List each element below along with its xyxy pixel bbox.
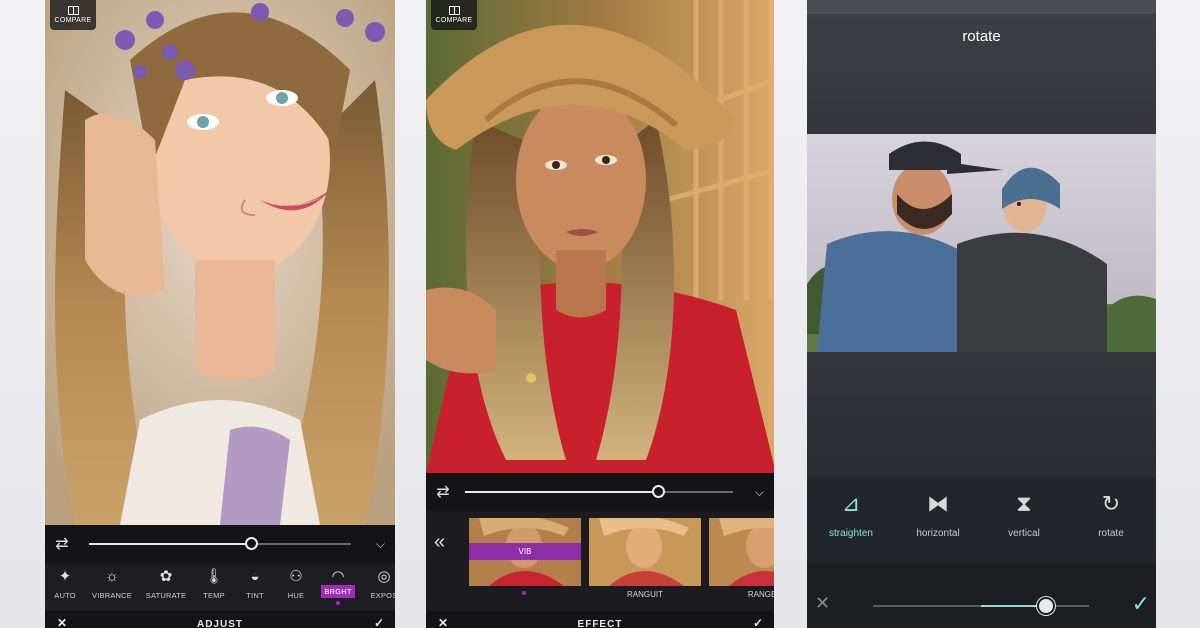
hue-icon: ⚇ (289, 568, 303, 585)
effect-label: RANGER (747, 590, 774, 599)
thermometer-icon: 🌡 (204, 568, 224, 585)
swap-icon[interactable]: ⇄ (428, 473, 458, 511)
flip-vertical-icon: ⧗ (1016, 491, 1032, 516)
active-indicator (336, 601, 340, 605)
saturate-icon: ✿ (159, 568, 173, 585)
tool-exposure[interactable]: ◎ EXPOS (360, 568, 395, 600)
tool-straighten[interactable]: ⊿ straighten (811, 490, 891, 539)
chevron-down-icon[interactable]: ⌵ (755, 485, 764, 500)
canvas-area (807, 352, 1156, 478)
bottom-bar: ✕ ADJUST ✓ (45, 611, 395, 628)
exposure-icon: ◎ (377, 568, 391, 585)
tool-rotate[interactable]: ↻ rotate (1071, 490, 1151, 539)
slider-fill (465, 491, 658, 493)
effect-strip: « VIB RANGUIT RANGER (426, 511, 774, 611)
confirm-icon[interactable]: ✓ (753, 616, 764, 628)
tool-hue[interactable]: ⚇ HUE (272, 568, 320, 600)
effect-thumb-vib[interactable]: VIB (469, 518, 581, 586)
confirm-icon[interactable]: ✓ (374, 616, 385, 628)
phone-screen-effect: COMPARE ⇄ ⌵ « VIB RANGUIT RANGER ✕ EFFEC… (426, 0, 774, 628)
confirm-icon[interactable]: ✓ (1132, 591, 1150, 617)
top-strip (807, 0, 1156, 14)
rotate-icon: ↻ (1101, 491, 1121, 516)
slider-knob[interactable] (651, 485, 665, 498)
flip-horizontal-icon: ⧓ (927, 491, 949, 516)
effect-tag: VIB (469, 543, 581, 560)
intensity-slider-bar: ⇄ ⌵ (45, 525, 395, 563)
page-title: rotate (962, 28, 1001, 45)
adjust-tool-row: ✦ AUTO ☼ VIBRANCE ✿ SATURATE 🌡 TEMP ◒ TI… (45, 563, 395, 611)
chevron-down-icon[interactable]: ⌵ (376, 537, 385, 552)
slider-fill (89, 543, 252, 545)
rotate-footer: ✕ ✓ (807, 563, 1156, 628)
edited-photo: COMPARE (45, 0, 395, 525)
slider-knob[interactable] (245, 537, 259, 550)
tint-icon: ◒ (250, 568, 260, 585)
compare-icon (448, 6, 460, 15)
sun-icon: ☼ (105, 568, 119, 585)
rotate-slider[interactable] (873, 597, 1089, 615)
phone-screen-rotate: rotate ⊿ straighten ⧓ horizontal ⧗ verti… (807, 0, 1156, 628)
phone-screen-adjust: COMPARE ⇄ ⌵ ✦ AUTO ☼ VIBRANCE ✿ SATURATE… (45, 0, 395, 628)
effect-label: RANGUIT (627, 590, 663, 599)
magic-wand-icon: ✦ (58, 568, 72, 585)
intensity-slider[interactable] (89, 537, 351, 550)
transform-tool-row: ⊿ straighten ⧓ horizontal ⧗ vertical ↻ r… (807, 478, 1156, 563)
swap-icon[interactable]: ⇄ (47, 525, 77, 563)
brightness-icon: ◠ (331, 568, 345, 585)
intensity-slider[interactable] (465, 485, 733, 498)
cancel-icon[interactable]: ✕ (815, 593, 830, 614)
effect-thumb-ranguit[interactable] (589, 518, 701, 586)
effect-thumb-ranger[interactable] (709, 518, 774, 586)
tool-auto[interactable]: ✦ AUTO (45, 568, 89, 600)
intensity-slider-bar: ⇄ ⌵ (426, 473, 774, 511)
compare-icon (67, 6, 79, 15)
double-chevron-left-icon[interactable]: « (434, 531, 445, 554)
tool-flip-horizontal[interactable]: ⧓ horizontal (898, 490, 978, 539)
edited-photo (807, 134, 1156, 352)
tool-brightness[interactable]: ◠ BRGHT (314, 568, 362, 605)
slider-knob[interactable] (1036, 597, 1055, 615)
bottom-bar: ✕ EFFECT ✓ (426, 611, 774, 628)
bottom-title: EFFECT (577, 619, 623, 628)
compare-button[interactable]: COMPARE (431, 0, 477, 30)
tool-saturate[interactable]: ✿ SATURATE (142, 568, 190, 600)
tool-flip-vertical[interactable]: ⧗ vertical (984, 490, 1064, 539)
compare-button[interactable]: COMPARE (50, 0, 96, 30)
bottom-title: ADJUST (196, 619, 243, 628)
tool-vibrance[interactable]: ☼ VIBRANCE (88, 568, 136, 600)
straighten-icon: ⊿ (841, 491, 861, 516)
edited-photo: COMPARE (426, 0, 774, 473)
active-indicator (522, 591, 526, 595)
